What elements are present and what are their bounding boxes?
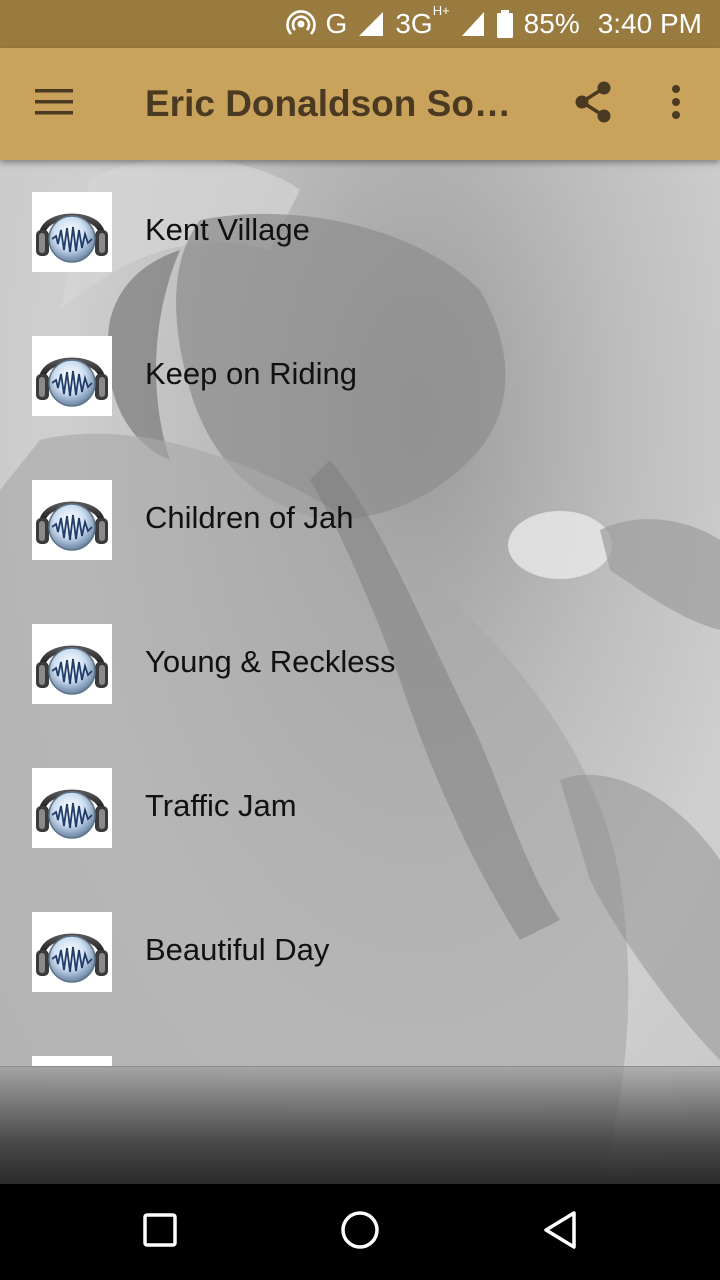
network-3g-sup: H+ (432, 2, 450, 18)
network-3g-label: 3G (395, 8, 433, 39)
signal-icon (357, 10, 385, 38)
headphones-icon (32, 912, 112, 992)
clock: 3:40 PM (597, 8, 702, 39)
song-title: Beautiful Day (145, 932, 330, 967)
song-item-young-and-reckless[interactable]: Young & Reckless (0, 592, 720, 736)
share-button[interactable] (566, 76, 620, 132)
headphones-icon (32, 624, 112, 704)
share-icon (573, 80, 613, 129)
back-button[interactable] (536, 1208, 584, 1256)
headphones-icon (32, 480, 112, 560)
song-title: Children of Jah (145, 500, 354, 535)
home-icon (340, 1210, 380, 1255)
recents-button[interactable] (136, 1208, 184, 1256)
battery-icon (496, 9, 514, 39)
system-nav-bar (0, 1184, 720, 1280)
headphones-icon (32, 768, 112, 848)
headphones-icon (32, 192, 112, 272)
more-vert-icon (671, 84, 681, 125)
menu-button[interactable] (26, 78, 82, 130)
song-item-keep-on-riding[interactable]: Keep on Riding (0, 304, 720, 448)
headphones-icon (32, 1056, 112, 1066)
recents-icon (143, 1212, 177, 1252)
song-item-traffic-jam[interactable]: Traffic Jam (0, 736, 720, 880)
song-item-partial[interactable] (0, 1024, 720, 1066)
song-item-kent-village[interactable]: Kent Village (0, 160, 720, 304)
song-item-children-of-jah[interactable]: Children of Jah (0, 448, 720, 592)
song-list-area[interactable]: Kent Village Keep on Riding Children of … (0, 160, 720, 1184)
back-icon (542, 1210, 578, 1255)
app-bar: Eric Donaldson Songs (0, 48, 720, 160)
song-title: Young & Reckless (145, 644, 396, 679)
menu-icon (35, 88, 73, 121)
battery-percent: 85% (523, 8, 580, 39)
song-title: Kent Village (145, 212, 310, 247)
signal-icon-2 (460, 10, 486, 38)
song-title: Traffic Jam (145, 788, 297, 823)
status-bar: G 3GH+ 85% 3:40 PM (0, 0, 720, 48)
song-list: Kent Village Keep on Riding Children of … (0, 160, 720, 1066)
more-options-button[interactable] (654, 76, 698, 132)
network-g-label: G (325, 8, 348, 39)
song-title: Keep on Riding (145, 356, 357, 391)
hotspot-icon (285, 9, 316, 39)
song-item-beautiful-day[interactable]: Beautiful Day (0, 880, 720, 1024)
app-title: Eric Donaldson Songs (145, 83, 525, 124)
home-button[interactable] (336, 1208, 384, 1256)
headphones-icon (32, 336, 112, 416)
bottom-fade-overlay (0, 1066, 720, 1184)
status-icons: G 3GH+ 85% 3:40 PM (285, 0, 702, 48)
